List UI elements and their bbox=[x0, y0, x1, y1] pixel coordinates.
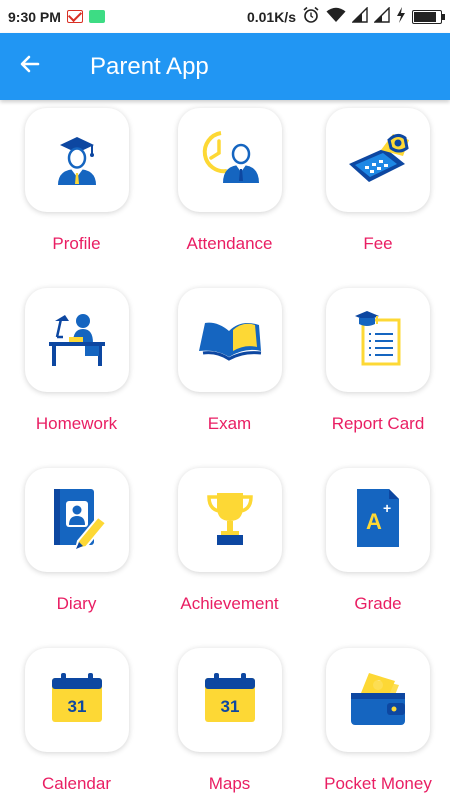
menu-tile[interactable]: 31 bbox=[177, 648, 282, 752]
gmail-icon bbox=[66, 10, 83, 23]
trophy-icon bbox=[205, 489, 255, 552]
back-button[interactable] bbox=[0, 33, 60, 100]
menu-item-pocket-money[interactable]: Pocket Money bbox=[306, 648, 450, 800]
page-title: Parent App bbox=[90, 52, 209, 80]
menu-item-label: Exam bbox=[207, 414, 252, 433]
battery-icon bbox=[412, 9, 445, 24]
menu-item-label: Homework bbox=[35, 414, 118, 433]
menu-tile[interactable] bbox=[177, 108, 282, 212]
menu-item-label: Diary bbox=[56, 594, 97, 613]
grade-icon: A + bbox=[353, 487, 403, 554]
menu-tile[interactable] bbox=[326, 288, 430, 392]
arrow-left-icon bbox=[18, 52, 42, 81]
homework-desk-icon bbox=[45, 309, 109, 372]
menu-item-homework[interactable]: Homework bbox=[0, 288, 153, 468]
menu-item-label: Fee bbox=[363, 234, 393, 253]
diary-icon bbox=[46, 485, 108, 556]
menu-tile[interactable] bbox=[24, 468, 129, 572]
menu-item-profile[interactable]: Profile bbox=[0, 108, 153, 288]
menu-item-label: Achievement bbox=[180, 594, 279, 613]
menu-item-maps[interactable]: 31 Maps bbox=[153, 648, 306, 800]
calendar-icon: 31 bbox=[49, 670, 105, 731]
calendar-day-number: 31 bbox=[67, 697, 86, 716]
graduate-icon bbox=[46, 127, 108, 194]
attendance-clock-icon bbox=[197, 127, 263, 194]
menu-grid: Profile Attendance Fee Homework Exam Rep… bbox=[0, 108, 450, 800]
menu-item-label: Maps bbox=[208, 774, 251, 793]
menu-item-achievement[interactable]: Achievement bbox=[153, 468, 306, 648]
menu-item-label: Profile bbox=[52, 234, 101, 253]
menu-item-exam[interactable]: Exam bbox=[153, 288, 306, 468]
menu-item-label: Attendance bbox=[186, 234, 273, 253]
signal-icon bbox=[351, 6, 368, 26]
status-time: 9:30 PM bbox=[8, 8, 61, 25]
menu-tile[interactable]: 31 bbox=[24, 648, 129, 752]
menu-item-diary[interactable]: Diary bbox=[0, 468, 153, 648]
status-bar: 9:30 PM 0.01K/s bbox=[0, 0, 450, 33]
menu-tile[interactable] bbox=[326, 108, 430, 212]
wifi-icon bbox=[326, 7, 346, 26]
menu-item-attendance[interactable]: Attendance bbox=[153, 108, 306, 288]
network-speed: 0.01K/s bbox=[246, 8, 296, 25]
app-bar: Parent App bbox=[0, 33, 450, 100]
signal-icon bbox=[373, 6, 390, 26]
alarm-icon bbox=[302, 6, 320, 27]
menu-item-calendar[interactable]: 31 Calendar bbox=[0, 648, 153, 800]
menu-item-label: Report Card bbox=[331, 414, 425, 433]
calendar-day-number: 31 bbox=[220, 697, 239, 716]
menu-item-grade[interactable]: A + Grade bbox=[306, 468, 450, 648]
svg-text:+: + bbox=[383, 500, 391, 516]
fee-calculator-icon bbox=[343, 130, 413, 191]
menu-item-report-card[interactable]: Report Card bbox=[306, 288, 450, 468]
calendar-icon: 31 bbox=[202, 670, 258, 731]
android-icon bbox=[88, 10, 105, 23]
menu-tile[interactable] bbox=[177, 288, 282, 392]
menu-tile[interactable]: A + bbox=[326, 468, 430, 572]
menu-tile[interactable] bbox=[177, 468, 282, 572]
report-card-icon bbox=[351, 308, 405, 373]
menu-item-label: Pocket Money bbox=[324, 774, 432, 793]
menu-item-fee[interactable]: Fee bbox=[306, 108, 450, 288]
charging-icon bbox=[396, 7, 406, 26]
open-book-icon bbox=[195, 313, 265, 368]
svg-text:A: A bbox=[366, 509, 382, 534]
wallet-icon bbox=[347, 669, 409, 732]
menu-tile[interactable] bbox=[24, 108, 129, 212]
menu-tile[interactable] bbox=[24, 288, 129, 392]
menu-item-label: Grade bbox=[354, 594, 402, 613]
menu-tile[interactable] bbox=[326, 648, 430, 752]
menu-item-label: Calendar bbox=[42, 774, 111, 793]
